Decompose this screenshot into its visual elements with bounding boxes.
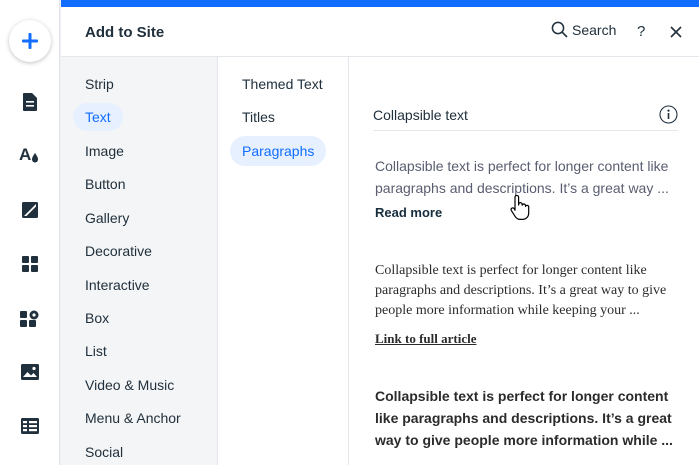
close-icon[interactable] [668, 24, 684, 40]
collapsible-text-preset-3[interactable]: Collapsible text is perfect for longer c… [375, 385, 680, 451]
media-icon[interactable] [18, 360, 42, 384]
category-menu-anchor[interactable]: Menu & Anchor [73, 404, 193, 432]
category-video-music[interactable]: Video & Music [73, 371, 186, 399]
read-more-link: Read more [375, 205, 443, 220]
collapsible-text-preset-2[interactable]: Collapsible text is perfect for longer c… [375, 261, 680, 347]
section-title: Collapsible text [373, 107, 468, 123]
category-box[interactable]: Box [73, 304, 121, 332]
preset-body-text: Collapsible text is perfect for longer c… [375, 388, 673, 448]
search-label: Search [572, 21, 617, 38]
category-social[interactable]: Social [73, 438, 135, 465]
add-icon [22, 33, 38, 49]
category-list-item[interactable]: List [73, 337, 119, 365]
help-button[interactable]: ? [637, 23, 645, 40]
category-decorative[interactable]: Decorative [73, 237, 164, 265]
category-interactive[interactable]: Interactive [73, 271, 162, 299]
collapsible-text-preset-1[interactable]: Collapsible text is perfect for longer c… [375, 155, 680, 220]
subcategory-themed-text[interactable]: Themed Text [230, 69, 335, 99]
category-text[interactable]: Text [73, 103, 123, 131]
apps-icon[interactable] [18, 252, 42, 276]
full-article-link: Link to full article [375, 331, 477, 346]
category-image[interactable]: Image [73, 137, 136, 165]
panel-title: Add to Site [85, 24, 165, 41]
section-divider [373, 130, 678, 131]
add-to-site-panel: Add to Site Search ? Strip Text Image Bu… [61, 0, 699, 465]
svg-text:A: A [19, 145, 31, 164]
left-toolbar: A [0, 0, 60, 465]
background-icon[interactable] [18, 198, 42, 222]
info-icon[interactable] [659, 105, 678, 124]
subcategory-titles[interactable]: Titles [230, 102, 287, 132]
top-accent-bar [61, 0, 699, 7]
subcategory-list: Themed Text Titles Paragraphs [218, 57, 349, 465]
pages-icon[interactable] [18, 90, 42, 114]
preset-body-text: Collapsible text is perfect for longer c… [375, 158, 669, 196]
design-icon[interactable]: A [18, 143, 42, 167]
add-elements-button[interactable] [9, 20, 51, 62]
search-button[interactable]: Search [551, 21, 616, 38]
preset-body-text: Collapsible text is perfect for longer c… [375, 263, 667, 318]
category-gallery[interactable]: Gallery [73, 204, 141, 232]
subcategory-paragraphs[interactable]: Paragraphs [230, 136, 327, 166]
category-button[interactable]: Button [73, 170, 137, 198]
category-strip[interactable]: Strip [73, 70, 126, 98]
category-list: Strip Text Image Button Gallery Decorati… [61, 57, 218, 465]
panel-header: Add to Site Search ? [61, 7, 699, 57]
element-gallery: Collapsible text Collapsible text is per… [349, 57, 699, 465]
business-icon[interactable] [18, 306, 42, 330]
cms-icon[interactable] [18, 414, 42, 438]
search-icon [551, 21, 568, 38]
